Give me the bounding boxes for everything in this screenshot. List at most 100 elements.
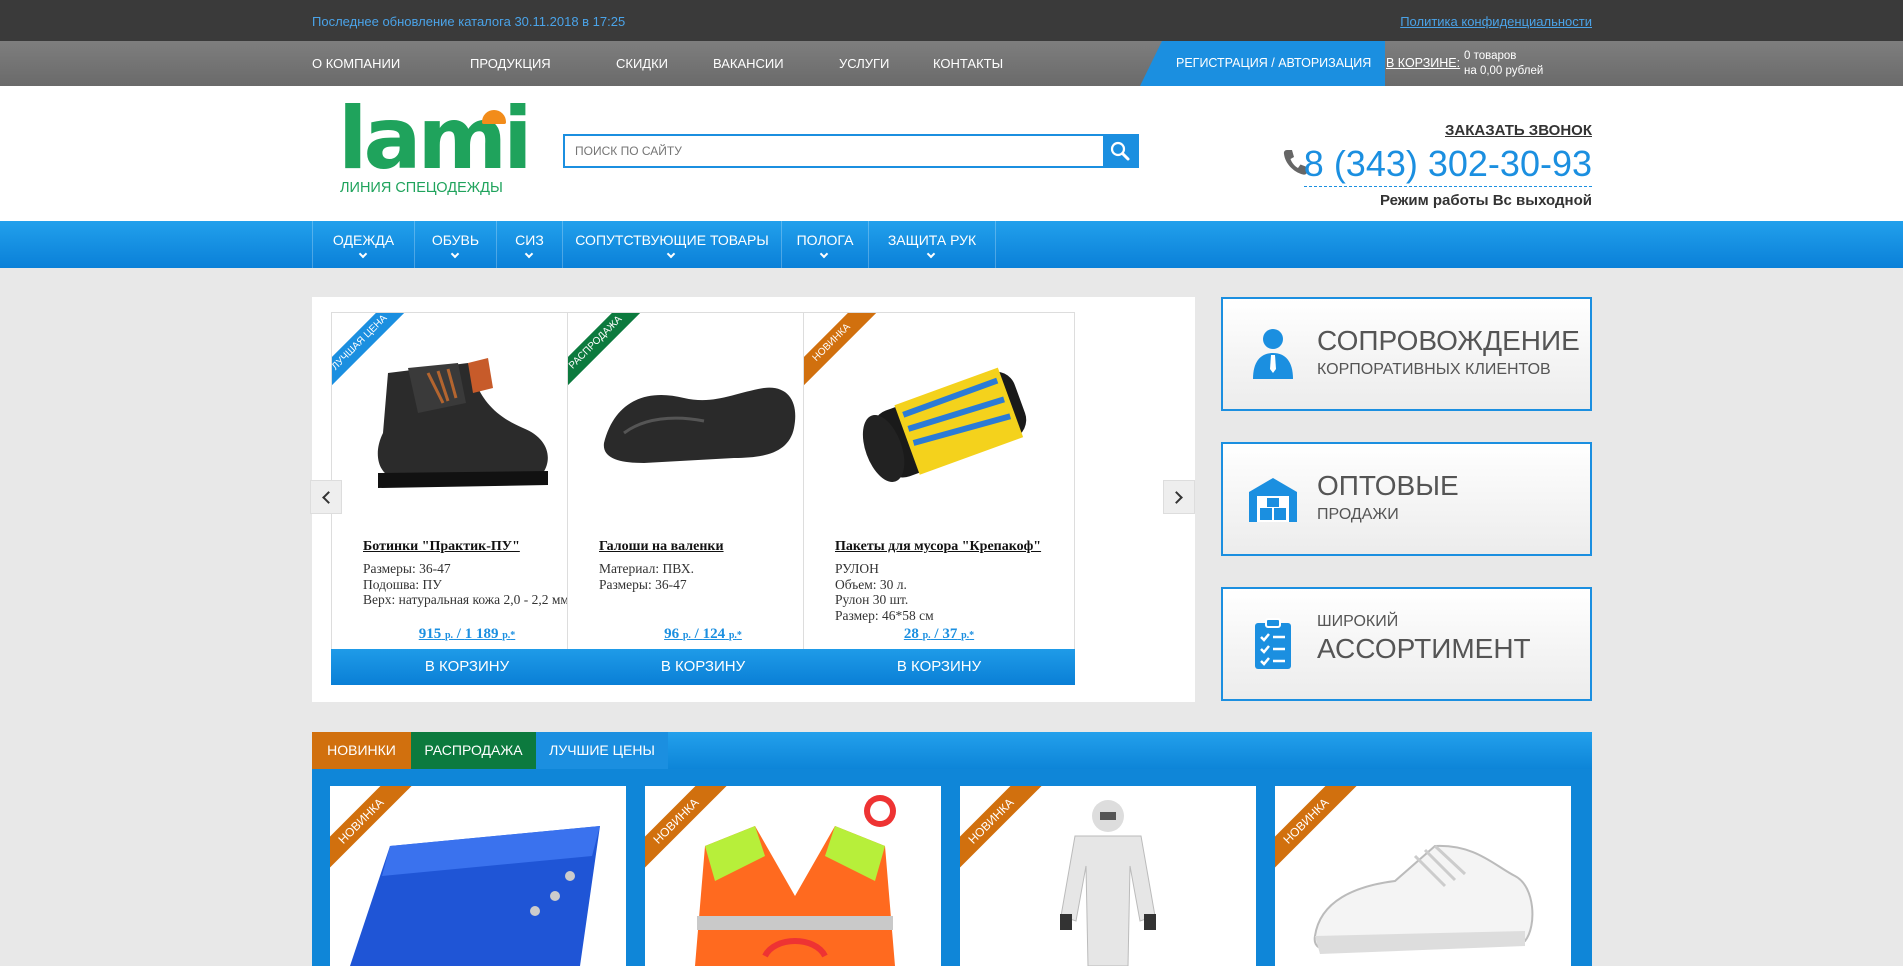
menu-item-services[interactable]: УСЛУГИ bbox=[839, 56, 889, 71]
nav-category-label: ЗАЩИТА РУК bbox=[887, 232, 977, 248]
chevron-down-icon bbox=[524, 249, 533, 259]
product-spec: РУЛОН bbox=[835, 561, 879, 576]
menu-item-company[interactable]: О КОМПАНИИ bbox=[312, 56, 400, 71]
menu-item-contacts[interactable]: КОНТАКТЫ bbox=[933, 56, 1003, 71]
cart-link[interactable]: В КОРЗИНЕ: bbox=[1386, 56, 1460, 70]
add-to-cart-button[interactable]: В КОРЗИНУ bbox=[803, 649, 1075, 685]
register-login-label: РЕГИСТРАЦИЯ / АВТОРИЗАЦИЯ bbox=[1176, 56, 1372, 70]
nav-category-ppe[interactable]: СИЗ bbox=[496, 221, 562, 268]
product-badge: ЛУЧШАЯ ЦЕНА bbox=[332, 313, 410, 393]
working-hours: Режим работы Вс выходной bbox=[1379, 192, 1592, 209]
product-price[interactable]: 96 р. / 124 р.* bbox=[568, 626, 838, 643]
nav-category-label: СОПУТСТВУЮЩИЕ ТОВАРЫ bbox=[575, 232, 769, 248]
tab-product-card[interactable]: НОВИНКА bbox=[1275, 786, 1571, 966]
tab-card-badge: НОВИНКА bbox=[645, 786, 730, 875]
search-input[interactable] bbox=[565, 136, 1105, 166]
logo-tagline: ЛИНИЯ СПЕЦОДЕЖДЫ bbox=[340, 180, 503, 196]
nav-category-clothing[interactable]: ОДЕЖДА bbox=[312, 221, 414, 268]
tab-card-badge: НОВИНКА bbox=[960, 786, 1045, 875]
promo-title: АССОРТИМЕНТ bbox=[1317, 633, 1531, 664]
product-spec: Верх: натуральная кожа 2,0 - 2,2 мм bbox=[363, 592, 569, 607]
chevron-left-icon bbox=[322, 491, 335, 504]
carousel-prev-button[interactable] bbox=[310, 480, 342, 514]
tab-sale[interactable]: РАСПРОДАЖА bbox=[411, 732, 536, 769]
checklist-icon bbox=[1255, 618, 1291, 669]
product-card: РАСПРОДАЖА Галоши на валенки Материал: П… bbox=[567, 312, 839, 685]
tab-bar: НОВИНКИ РАСПРОДАЖА ЛУЧШИЕ ЦЕНЫ bbox=[312, 732, 1592, 769]
currency-label: р. bbox=[444, 630, 454, 641]
search-button[interactable] bbox=[1103, 136, 1137, 166]
nav-category-hand-protection[interactable]: ЗАЩИТА РУК bbox=[868, 221, 996, 268]
price-secondary: 1 189 bbox=[464, 626, 499, 642]
menu-item-products[interactable]: ПРОДУКЦИЯ bbox=[470, 56, 551, 71]
menu-item-vacancies[interactable]: ВАКАНСИИ bbox=[713, 56, 784, 71]
product-spec: Объем: 30 л. bbox=[835, 576, 907, 592]
product-title[interactable]: Ботинки "Практик-ПУ" bbox=[363, 539, 593, 555]
nav-category-label: ПОЛОГА bbox=[796, 232, 854, 248]
callback-link[interactable]: ЗАКАЗАТЬ ЗВОНОК bbox=[1445, 122, 1592, 139]
nav-category-related[interactable]: СОПУТСТВУЮЩИЕ ТОВАРЫ bbox=[562, 221, 781, 268]
site-logo[interactable]: lami ЛИНИЯ СПЕЦОДЕЖДЫ bbox=[338, 94, 533, 200]
new-ribbon: НОВИНКА bbox=[804, 313, 884, 393]
promo-wholesale[interactable]: ОПТОВЫЕ ПРОДАЖИ bbox=[1221, 442, 1592, 556]
product-specs: РУЛОН Объем: 30 л. Рулон 30 шт. Размер: … bbox=[835, 561, 1045, 623]
product-spec: Размеры: 36-47 bbox=[363, 561, 451, 576]
add-to-cart-button[interactable]: В КОРЗИНУ bbox=[567, 649, 839, 685]
carousel-next-button[interactable] bbox=[1163, 480, 1195, 514]
product-price[interactable]: 28 р. / 37 р.* bbox=[804, 626, 1074, 643]
top-info-bar: Последнее обновление каталога 30.11.2018… bbox=[0, 0, 1903, 41]
promo-title: ОПТОВЫЕ bbox=[1317, 470, 1459, 501]
sale-ribbon: РАСПРОДАЖА bbox=[568, 313, 648, 393]
price-secondary: 37 bbox=[942, 626, 958, 642]
product-specs: Материал: ПВХ. Размеры: 36-47 bbox=[599, 561, 809, 592]
chevron-down-icon bbox=[926, 249, 936, 259]
person-icon bbox=[1253, 329, 1293, 379]
nav-category-tarps[interactable]: ПОЛОГА bbox=[781, 221, 868, 268]
search-form bbox=[563, 134, 1139, 168]
phone-number[interactable]: 8 (343) 302-30-93 bbox=[1303, 142, 1592, 187]
product-spec: Подошва: ПУ bbox=[363, 576, 442, 592]
nav-category-shoes[interactable]: ОБУВЬ bbox=[414, 221, 496, 268]
cart-summary: 0 товаров на 0,00 рублей bbox=[1464, 49, 1543, 79]
nav-category-label: СИЗ bbox=[515, 232, 544, 248]
product-title[interactable]: Галоши на валенки bbox=[599, 539, 829, 555]
tab-best-prices[interactable]: ЛУЧШИЕ ЦЕНЫ bbox=[536, 732, 668, 769]
nav-category-label: ОБУВЬ bbox=[431, 232, 480, 248]
cart-sum: на 0,00 рублей bbox=[1464, 65, 1544, 77]
privacy-policy-link[interactable]: Политика конфиденциальности bbox=[1400, 14, 1592, 29]
currency-label: р. bbox=[961, 630, 970, 641]
product-card: ЛУЧШАЯ ЦЕНА Ботинки "Практик-ПУ" Размеры… bbox=[331, 312, 603, 685]
promo-subtitle: ШИРОКИЙ bbox=[1317, 613, 1399, 630]
product-price[interactable]: 915 р. / 1 189 р.* bbox=[332, 626, 602, 643]
tab-product-card[interactable]: НОВИНКА bbox=[960, 786, 1256, 966]
new-ribbon: НОВИНКА bbox=[330, 786, 420, 876]
new-ribbon: НОВИНКА bbox=[1275, 786, 1365, 876]
new-ribbon: НОВИНКА bbox=[645, 786, 735, 876]
product-spec: Материал: ПВХ. bbox=[599, 561, 695, 576]
price-primary: 915 bbox=[418, 626, 442, 642]
tab-card-badge: НОВИНКА bbox=[330, 786, 415, 875]
cart-count: 0 товаров bbox=[1464, 50, 1517, 62]
chevron-down-icon bbox=[819, 249, 829, 259]
main-menu: О КОМПАНИИ ПРОДУКЦИЯ СКИДКИ ВАКАНСИИ УСЛ… bbox=[0, 41, 1903, 86]
chevron-down-icon bbox=[666, 249, 676, 259]
price-primary: 28 bbox=[903, 626, 919, 642]
promo-corporate-clients[interactable]: СОПРОВОЖДЕНИЕ КОРПОРАТИВНЫХ КЛИЕНТОВ bbox=[1221, 297, 1592, 411]
promo-assortment[interactable]: ШИРОКИЙ АССОРТИМЕНТ bbox=[1221, 587, 1592, 701]
search-icon bbox=[1110, 141, 1130, 161]
tab-product-card[interactable]: НОВИНКА bbox=[645, 786, 941, 966]
product-spec: Размеры: 36-47 bbox=[599, 576, 687, 592]
promo-subtitle: КОРПОРАТИВНЫХ КЛИЕНТОВ bbox=[1317, 361, 1551, 378]
product-specs: Размеры: 36-47 Подошва: ПУ Верх: натурал… bbox=[363, 561, 573, 608]
add-to-cart-button[interactable]: В КОРЗИНУ bbox=[331, 649, 603, 685]
promo-subtitle: ПРОДАЖИ bbox=[1317, 506, 1399, 523]
tab-new[interactable]: НОВИНКИ bbox=[312, 732, 411, 769]
chevron-right-icon bbox=[1170, 491, 1183, 504]
best-price-ribbon: ЛУЧШАЯ ЦЕНА bbox=[332, 313, 412, 393]
register-login-button[interactable]: РЕГИСТРАЦИЯ / АВТОРИЗАЦИЯ bbox=[1140, 41, 1385, 86]
site-header: lami ЛИНИЯ СПЕЦОДЕЖДЫ ЗАКАЗАТЬ ЗВОНОК 8 … bbox=[0, 86, 1903, 221]
menu-item-discounts[interactable]: СКИДКИ bbox=[616, 56, 668, 71]
product-title[interactable]: Пакеты для мусора "Крепакоф" bbox=[835, 539, 1065, 555]
currency-label: р. bbox=[682, 630, 691, 641]
tab-product-card[interactable]: НОВИНКА bbox=[330, 786, 626, 966]
